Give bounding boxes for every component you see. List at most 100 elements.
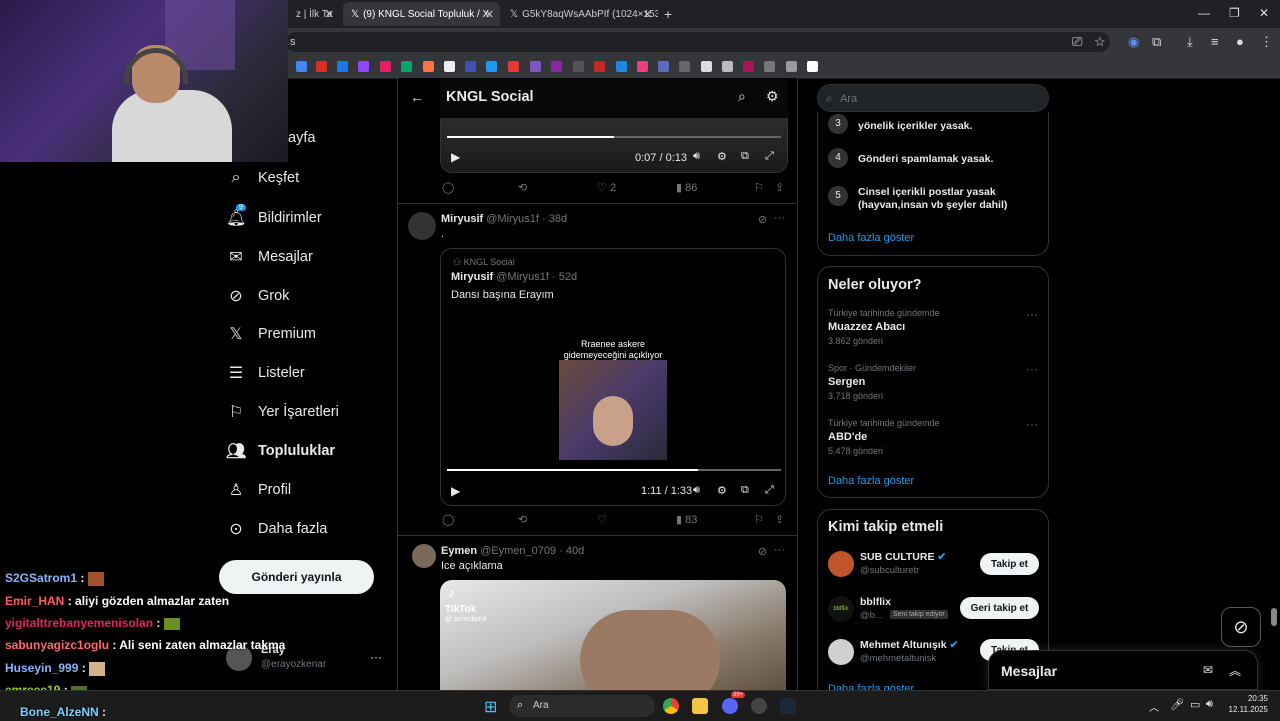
bookmark-icon[interactable] <box>358 61 369 72</box>
grok-icon[interactable]: ⊘ <box>1221 607 1261 647</box>
pip-icon[interactable]: ⧉ <box>741 484 749 497</box>
nav-notifications[interactable]: 🔔︎ 9 Bildirimler <box>226 204 322 228</box>
bookmark-icon[interactable] <box>573 61 584 72</box>
bookmark-icon[interactable] <box>807 61 818 72</box>
nav-communities[interactable]: 👥︎ Topluluklar <box>226 441 335 461</box>
bookmark-icon[interactable] <box>444 61 455 72</box>
bookmark-icon[interactable] <box>508 61 519 72</box>
more-icon[interactable]: ··· <box>1026 417 1038 431</box>
post-button[interactable]: Gönderi yayınla <box>219 560 374 594</box>
clock-time[interactable]: 20:35 <box>1228 694 1268 703</box>
nav-more[interactable]: ⊙ Daha fazla <box>226 519 327 539</box>
bookmark-icon[interactable] <box>679 61 690 72</box>
bookmark-icon[interactable] <box>316 61 327 72</box>
back-arrow-icon[interactable]: ← <box>410 89 424 105</box>
close-icon[interactable]: ✕ <box>485 8 494 21</box>
more-icon[interactable]: ··· <box>1026 362 1038 376</box>
menu-icon[interactable]: ⋮ <box>1260 34 1273 50</box>
nav-lists[interactable]: ☰ Listeler <box>226 363 305 383</box>
app-icon[interactable] <box>751 698 767 714</box>
new-message-icon[interactable]: ✉ <box>1203 663 1213 677</box>
display-icon[interactable]: ▭ <box>1190 698 1200 711</box>
grok-icon[interactable]: ⊘ <box>758 213 767 226</box>
minimize-icon[interactable]: — <box>1198 6 1210 20</box>
bookmark-icon[interactable] <box>551 61 562 72</box>
bookmark-icon[interactable] <box>764 61 775 72</box>
media-image[interactable]: ♪ TikTok @ senedion4 <box>440 580 786 690</box>
settings-icon[interactable]: ⚙ <box>717 150 727 163</box>
close-icon[interactable]: ✕ <box>325 8 334 21</box>
repost-icon[interactable]: ⟲ <box>518 513 527 526</box>
nav-home[interactable]: ayfa <box>288 130 315 146</box>
suggestion-name[interactable]: SUB CULTURE ✔ <box>860 551 946 563</box>
more-icon[interactable]: ··· <box>774 544 785 556</box>
post-author[interactable]: Eymen <box>441 545 477 557</box>
post-author[interactable]: Miryusif <box>441 213 483 225</box>
restore-icon[interactable]: ❐ <box>1229 6 1240 20</box>
bookmark-icon[interactable]: ⚐ <box>754 513 764 526</box>
nav-profile[interactable]: ♙ Profil <box>226 480 291 500</box>
avatar[interactable]: bblflix <box>828 596 854 622</box>
new-tab-button[interactable]: + <box>662 2 680 26</box>
views-button[interactable]: ▮ 83 <box>676 513 697 526</box>
extension-icon[interactable]: ◉ <box>1128 34 1139 50</box>
search-icon[interactable]: ⌕ <box>738 88 746 105</box>
reply-icon[interactable]: ◯ <box>442 513 454 526</box>
grok-icon[interactable]: ⊘ <box>758 545 767 558</box>
windows-start-icon[interactable]: ⊞ <box>484 697 497 717</box>
nav-grok[interactable]: ⊘ Grok <box>226 286 289 306</box>
video-player[interactable]: Rraenee askere gidemeyeceğini açıklıyor … <box>441 312 785 505</box>
fullscreen-icon[interactable]: ⤢ <box>765 150 774 163</box>
address-bar[interactable]: s <box>286 32 1110 52</box>
search-input[interactable]: ⌕ Ara <box>817 84 1049 112</box>
bookmark-icon[interactable]: ⚐ <box>754 181 764 194</box>
star-icon[interactable]: ☆ <box>1094 34 1106 50</box>
nav-premium[interactable]: 𝕏 Premium <box>226 324 316 344</box>
volume-icon[interactable]: 🔊︎ <box>693 150 700 163</box>
clock-date[interactable]: 12.11.2025 <box>1220 705 1268 714</box>
bookmark-icon[interactable] <box>594 61 605 72</box>
account-menu-icon[interactable]: ··· <box>370 650 382 664</box>
avatar[interactable] <box>408 212 436 240</box>
bookmark-icon[interactable] <box>337 61 348 72</box>
puzzle-icon[interactable]: ⧉ <box>1152 34 1161 50</box>
quote-card[interactable]: ⚇ KNGL Social Miryusif @Miryus1f · 52d D… <box>440 248 786 506</box>
share-icon[interactable]: ⇪ <box>775 181 784 194</box>
show-more-link[interactable]: Daha fazla göster <box>828 232 914 244</box>
browser-tab-active[interactable]: 𝕏 (9) KNGL Social Topluluk / X ✕ <box>343 2 500 26</box>
media-icon[interactable]: ≡ <box>1211 34 1219 49</box>
bookmark-icon[interactable] <box>743 61 754 72</box>
nav-messages[interactable]: ✉ Mesajlar <box>226 247 313 267</box>
bookmark-icon[interactable] <box>380 61 391 72</box>
bookmark-icon[interactable] <box>658 61 669 72</box>
suggestion-name[interactable]: bblflix <box>860 596 891 608</box>
microphone-icon[interactable]: 🎤︎ <box>1170 698 1184 711</box>
video-progress-track[interactable] <box>447 469 781 471</box>
more-icon[interactable]: ··· <box>774 212 785 224</box>
bookmark-icon[interactable] <box>486 61 497 72</box>
avatar[interactable] <box>412 544 436 568</box>
chrome-icon[interactable] <box>663 698 679 714</box>
bookmark-icon[interactable] <box>786 61 797 72</box>
chevron-up-icon[interactable]: ︽ <box>1229 662 1241 679</box>
bookmark-icon[interactable] <box>423 61 434 72</box>
avatar-icon[interactable]: ● <box>1236 34 1244 49</box>
bookmark-icon[interactable] <box>401 61 412 72</box>
repost-icon[interactable]: ⟲ <box>518 181 527 194</box>
discord-icon[interactable]: 99+ <box>722 692 746 714</box>
follow-back-button[interactable]: Geri takip et <box>960 597 1039 619</box>
nav-bookmarks[interactable]: ⚐ Yer İşaretleri <box>226 402 339 422</box>
steam-icon[interactable] <box>780 698 796 714</box>
bookmark-icon[interactable] <box>616 61 627 72</box>
views-button[interactable]: ▮ 86 <box>676 181 697 194</box>
settings-icon[interactable]: ⚙ <box>717 484 727 497</box>
avatar[interactable] <box>828 551 854 577</box>
close-window-icon[interactable]: ✕ <box>1259 6 1269 20</box>
bookmark-icon[interactable] <box>530 61 541 72</box>
bookmark-icon[interactable] <box>465 61 476 72</box>
bookmark-icon[interactable] <box>637 61 648 72</box>
folder-icon[interactable] <box>692 698 708 714</box>
more-icon[interactable]: ··· <box>1026 307 1038 321</box>
volume-icon[interactable]: 🔊︎ <box>1206 698 1213 711</box>
bookmark-icon[interactable] <box>722 61 733 72</box>
